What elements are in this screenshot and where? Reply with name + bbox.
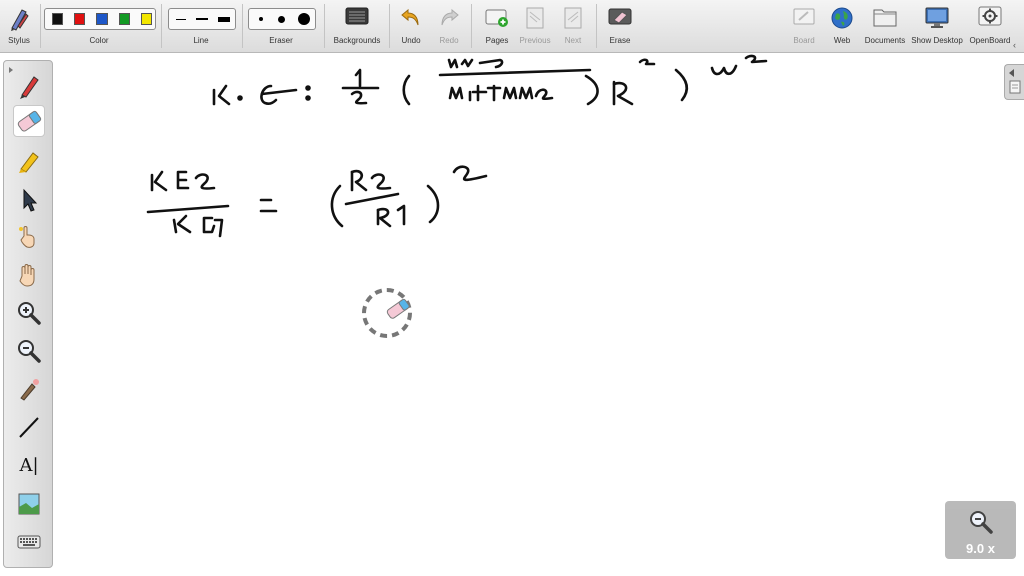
backgrounds-label: Backgrounds [333,36,381,45]
line-width-group [168,8,236,30]
show-desktop-label: Show Desktop [911,36,963,45]
color-swatch-green[interactable] [118,13,130,25]
toolbar-separator [242,4,243,48]
erase-button[interactable]: Erase [603,0,637,50]
toolbar-separator [471,4,472,48]
documents-label: Documents [864,36,906,45]
line-icon[interactable] [16,414,42,440]
show-desktop-button[interactable]: Show Desktop [910,0,964,50]
marker-icon[interactable] [16,149,42,175]
text-icon[interactable]: A| [16,453,42,479]
capture-icon[interactable] [16,491,42,517]
toolbar-separator [324,4,325,48]
whiteboard-canvas[interactable] [0,53,1024,576]
interact-hand-icon[interactable] [16,224,42,250]
previous-page-icon [526,7,544,29]
page-thumbnail-icon [1009,80,1021,94]
board-icon [793,8,815,25]
color-swatch-red[interactable] [74,13,86,25]
globe-icon [831,7,853,29]
redo-label: Redo [439,36,459,45]
pen-icon[interactable] [16,73,42,99]
stylus-button[interactable]: Stylus [0,0,38,50]
pages-panel-tab[interactable] [1004,64,1024,100]
documents-button[interactable]: Documents [864,0,906,50]
color-label: Color [89,36,109,45]
pages-label: Pages [485,36,509,45]
keyboard-icon[interactable] [16,529,42,555]
stylus-icon [11,9,29,31]
openboard-label: OpenBoard [969,36,1011,45]
pages-panel-chevron-icon [1009,69,1014,77]
palette-grip-icon[interactable] [9,67,13,73]
eraser-cursor [362,288,412,338]
zoom-indicator[interactable]: 9.0 x [945,501,1016,559]
zoom-level-label: 9.0 x [966,541,995,556]
pages-button[interactable]: Pages [480,0,514,50]
line-medium-button[interactable] [196,18,208,20]
tool-palette: A| [3,60,53,568]
eraser-size-group [248,8,316,30]
redo-button[interactable]: Redo [432,0,466,50]
laser-pointer-icon[interactable] [16,376,42,402]
gear-icon [978,6,1002,26]
add-page-icon [485,9,508,27]
board-label: Board [793,36,815,45]
zoom-magnifier-icon [970,511,993,534]
backgrounds-button[interactable]: Backgrounds [328,0,386,50]
line-label: Line [193,36,209,45]
toolbar-separator [596,4,597,48]
eraser-small-button[interactable] [259,17,263,21]
toolbar-separator [40,4,41,48]
web-label: Web [833,36,851,45]
undo-label: Undo [401,36,421,45]
color-group [44,8,156,30]
undo-button[interactable]: Undo [394,0,428,50]
eraser-medium-button[interactable] [278,15,285,23]
web-button[interactable]: Web [826,0,858,50]
toolbar-separator [389,4,390,48]
next-label: Next [564,36,582,45]
line-thick-button[interactable] [218,16,230,22]
eraser-tool-button[interactable] [13,105,45,137]
color-swatch-yellow[interactable] [140,13,153,25]
zoom-out-icon[interactable] [16,338,42,364]
line-thin-button[interactable] [176,18,186,20]
eraser-icon [17,110,42,132]
desktop-monitor-icon [925,7,949,28]
color-swatch-black[interactable] [52,13,64,25]
previous-button[interactable]: Previous [518,0,552,50]
color-swatch-blue[interactable] [96,13,108,25]
next-page-icon [564,7,582,29]
undo-icon [401,8,419,26]
board-button[interactable]: Board [788,0,820,50]
stylus-label: Stylus [8,36,30,45]
handwritten-ink [146,54,768,238]
toolbar-separator [161,4,162,48]
top-toolbar: Stylus Color Line Eraser Backgrounds Und… [0,0,1024,53]
eraser-label: Eraser [269,36,293,45]
next-button[interactable]: Next [556,0,590,50]
backgrounds-icon [345,7,369,25]
previous-label: Previous [519,36,551,45]
erase-label: Erase [609,36,631,45]
zoom-in-icon[interactable] [16,300,42,326]
openboard-menu-button[interactable]: OpenBoard [966,0,1014,50]
pan-hand-icon[interactable] [16,262,42,288]
erase-board-icon [608,8,632,25]
redo-icon [441,8,459,26]
eraser-large-button[interactable] [298,13,310,25]
selector-icon[interactable] [16,187,42,213]
folder-icon [873,9,897,27]
toolbar-collapse-chevron-icon[interactable]: ‹ [1013,40,1016,50]
